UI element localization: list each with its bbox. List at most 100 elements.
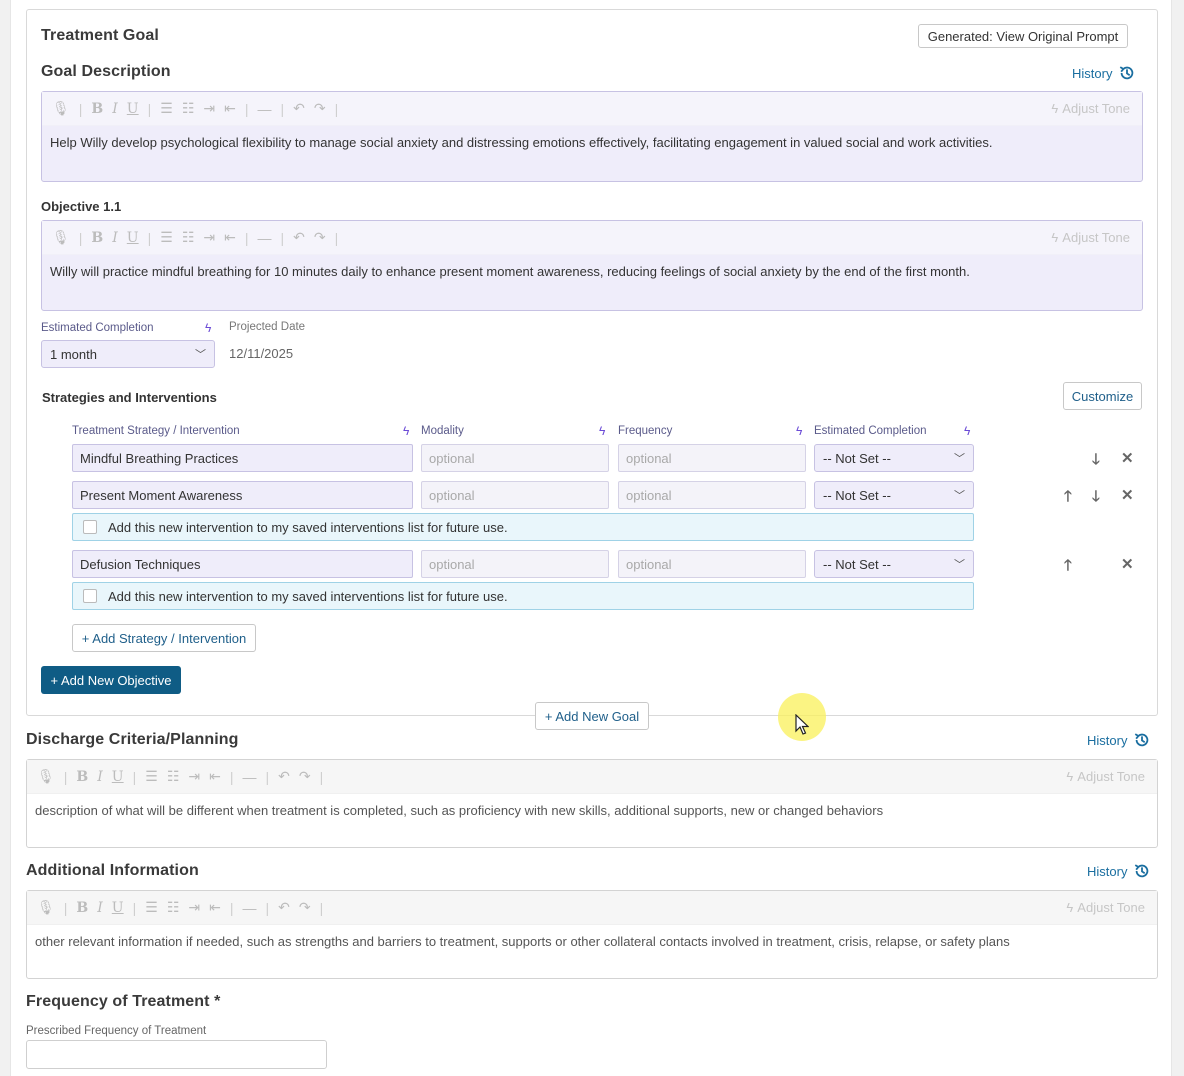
strategy-input[interactable]: Defusion Techniques [72, 550, 413, 578]
bullet-list-icon[interactable]: ☷ [182, 100, 195, 117]
italic-icon[interactable]: I [97, 769, 103, 785]
outdent-icon[interactable]: ⇤ [209, 768, 221, 785]
customize-button[interactable]: Customize [1063, 382, 1142, 410]
microphone-icon[interactable]: 🎙 [52, 229, 70, 246]
adjust-tone-button[interactable]: ϟ Adjust Tone [1051, 230, 1130, 245]
strategy-input[interactable]: Present Moment Awareness [72, 481, 413, 509]
arrow-up-icon[interactable]: 🡑 [1064, 486, 1072, 511]
frequency-input[interactable]: optional [618, 444, 806, 472]
discharge-placeholder: description of what will be different wh… [35, 803, 884, 818]
microphone-icon[interactable]: 🎙 [52, 100, 70, 117]
indent-icon[interactable]: ⇥ [203, 100, 215, 117]
strategies-title: Strategies and Interventions [42, 390, 217, 405]
horizontal-rule-icon[interactable]: — [242, 769, 256, 785]
goal-history-link[interactable]: History [1072, 64, 1136, 82]
lightning-icon[interactable]: ϟ [599, 424, 605, 438]
ordered-list-icon[interactable]: ☰ [160, 229, 173, 246]
discharge-editor[interactable]: 🎙 | B I U | ☰ ☷ ⇥ ⇤ | — | ↶ ↷ | ϟ Adjust Tone … [26, 759, 1158, 848]
close-icon[interactable]: ✕ [1121, 449, 1134, 467]
discharge-history-link[interactable]: History [1087, 731, 1151, 749]
column-header-frequency: Frequency [618, 425, 673, 437]
redo-icon[interactable]: ↷ [299, 768, 311, 785]
ordered-list-icon[interactable]: ☰ [145, 768, 158, 785]
horizontal-rule-icon[interactable]: — [257, 101, 271, 117]
strategy-completion-select[interactable]: -- Not Set -- ﹀ [814, 444, 974, 472]
microphone-icon[interactable]: 🎙 [37, 899, 55, 916]
save-intervention-checkbox[interactable] [83, 520, 97, 534]
horizontal-rule-icon[interactable]: — [242, 900, 256, 916]
prescribed-frequency-input[interactable] [26, 1040, 327, 1069]
adjust-tone-button[interactable]: ϟ Adjust Tone [1066, 769, 1145, 784]
additional-history-link[interactable]: History [1087, 862, 1151, 880]
chevron-down-icon: ﹀ [954, 559, 965, 571]
ordered-list-icon[interactable]: ☰ [160, 100, 173, 117]
italic-icon[interactable]: I [112, 101, 118, 117]
discharge-title: Discharge Criteria/Planning [26, 731, 239, 748]
underline-icon[interactable]: U [112, 900, 124, 916]
horizontal-rule-icon[interactable]: — [257, 230, 271, 246]
save-intervention-row[interactable]: Add this new intervention to my saved in… [72, 513, 974, 541]
lightning-icon[interactable]: ϟ [403, 424, 409, 438]
ordered-list-icon[interactable]: ☰ [145, 899, 158, 916]
goal-description-editor[interactable]: 🎙 | B I U | ☰ ☷ ⇥ ⇤ | — | ↶ ↷ | ϟ Adjust Tone … [41, 91, 1143, 182]
bullet-list-icon[interactable]: ☷ [182, 229, 195, 246]
bullet-list-icon[interactable]: ☷ [167, 899, 180, 916]
indent-icon[interactable]: ⇥ [203, 229, 215, 246]
estimated-completion-select[interactable]: 1 month ﹀ [41, 340, 215, 368]
lightning-icon[interactable]: ϟ [796, 424, 802, 438]
underline-icon[interactable]: U [127, 101, 139, 117]
column-header-estimated-completion: Estimated Completion [814, 425, 927, 437]
editor-toolbar: 🎙 | B I U | ☰ ☷ ⇥ ⇤ | — | ↶ ↷ | ϟ Adjust Tone [42, 221, 1142, 255]
bold-icon[interactable]: B [91, 230, 103, 246]
lightning-icon[interactable]: ϟ [964, 424, 970, 438]
strategy-completion-select[interactable]: -- Not Set -- ﹀ [814, 550, 974, 578]
view-original-prompt-button[interactable]: Generated: View Original Prompt [918, 24, 1128, 48]
objective-editor[interactable]: 🎙 | B I U | ☰ ☷ ⇥ ⇤ | — | ↶ ↷ | ϟ Adjust Tone … [41, 220, 1143, 311]
modality-input[interactable]: optional [421, 444, 609, 472]
undo-icon[interactable]: ↶ [293, 229, 305, 246]
italic-icon[interactable]: I [97, 900, 103, 916]
adjust-tone-button[interactable]: ϟ Adjust Tone [1066, 900, 1145, 915]
add-strategy-button[interactable]: + Add Strategy / Intervention [72, 624, 256, 652]
outdent-icon[interactable]: ⇤ [224, 100, 236, 117]
undo-icon[interactable]: ↶ [278, 899, 290, 916]
additional-info-editor[interactable]: 🎙 | B I U | ☰ ☷ ⇥ ⇤ | — | ↶ ↷ | ϟ Adjust Tone … [26, 890, 1158, 979]
strategy-completion-select[interactable]: -- Not Set -- ﹀ [814, 481, 974, 509]
underline-icon[interactable]: U [112, 769, 124, 785]
bullet-list-icon[interactable]: ☷ [167, 768, 180, 785]
lightning-icon[interactable]: ϟ [205, 321, 211, 335]
goal-description-text: Help Willy develop psychological flexibi… [50, 135, 993, 150]
lightning-icon: ϟ [1066, 900, 1074, 915]
microphone-icon[interactable]: 🎙 [37, 768, 55, 785]
redo-icon[interactable]: ↷ [299, 899, 311, 916]
save-intervention-checkbox[interactable] [83, 589, 97, 603]
undo-icon[interactable]: ↶ [293, 100, 305, 117]
undo-icon[interactable]: ↶ [278, 768, 290, 785]
italic-icon[interactable]: I [112, 230, 118, 246]
arrow-down-icon[interactable]: 🡓 [1092, 449, 1100, 474]
modality-input[interactable]: optional [421, 481, 609, 509]
arrow-down-icon[interactable]: 🡓 [1092, 486, 1100, 511]
additional-info-placeholder: other relevant information if needed, su… [35, 934, 1010, 949]
redo-icon[interactable]: ↷ [314, 100, 326, 117]
indent-icon[interactable]: ⇥ [188, 768, 200, 785]
bold-icon[interactable]: B [76, 900, 88, 916]
modality-input[interactable]: optional [421, 550, 609, 578]
strategy-input[interactable]: Mindful Breathing Practices [72, 444, 413, 472]
bold-icon[interactable]: B [91, 101, 103, 117]
frequency-input[interactable]: optional [618, 481, 806, 509]
outdent-icon[interactable]: ⇤ [209, 899, 221, 916]
close-icon[interactable]: ✕ [1121, 555, 1134, 573]
arrow-up-icon[interactable]: 🡑 [1064, 555, 1072, 580]
indent-icon[interactable]: ⇥ [188, 899, 200, 916]
adjust-tone-button[interactable]: ϟ Adjust Tone [1051, 101, 1130, 116]
add-new-objective-button[interactable]: + Add New Objective [41, 666, 181, 694]
outdent-icon[interactable]: ⇤ [224, 229, 236, 246]
redo-icon[interactable]: ↷ [314, 229, 326, 246]
add-new-goal-button[interactable]: + Add New Goal [535, 702, 649, 730]
underline-icon[interactable]: U [127, 230, 139, 246]
bold-icon[interactable]: B [76, 769, 88, 785]
save-intervention-row[interactable]: Add this new intervention to my saved in… [72, 582, 974, 610]
frequency-input[interactable]: optional [618, 550, 806, 578]
close-icon[interactable]: ✕ [1121, 486, 1134, 504]
